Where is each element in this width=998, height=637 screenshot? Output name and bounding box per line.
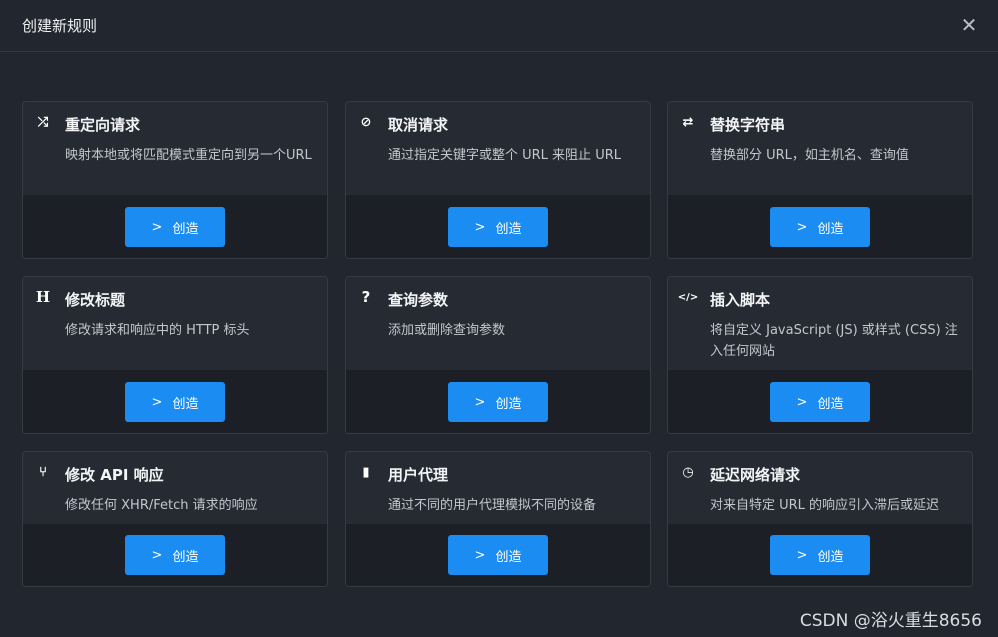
watermark: CSDN @浴火重生8656: [799, 611, 982, 631]
button-label: 创造: [172, 396, 199, 412]
close-icon[interactable]: ✕: [958, 14, 980, 36]
rule-card-user-agent: ▮ 用户代理 通过不同的用户代理模拟不同的设备 > 创造: [345, 451, 651, 587]
chevron-right-icon: >: [796, 547, 808, 563]
card-description: 替换部分 URL，如主机名、查询值: [710, 148, 909, 163]
card-title: 重定向请求: [65, 116, 141, 134]
button-label: 创造: [172, 221, 199, 237]
card-footer: > 创造: [346, 370, 650, 433]
chevron-right-icon: >: [151, 394, 163, 410]
button-label: 创造: [495, 396, 522, 412]
card-title: 插入脚本: [710, 291, 771, 309]
card-footer: > 创造: [668, 370, 972, 433]
card-title: 取消请求: [388, 116, 449, 134]
chevron-right-icon: >: [796, 394, 808, 410]
card-description: 通过不同的用户代理模拟不同的设备: [388, 498, 597, 513]
button-label: 创造: [172, 549, 199, 565]
heading-icon: H: [35, 288, 51, 306]
branch-icon: ⑂: [39, 464, 47, 480]
button-label: 创造: [817, 396, 844, 412]
chevron-right-icon: >: [796, 219, 808, 235]
question-icon: ?: [361, 288, 371, 306]
create-replace-button[interactable]: > 创造: [770, 207, 870, 247]
card-title: 修改标题: [65, 291, 126, 309]
modal-title: 创建新规则: [22, 17, 98, 35]
card-description: 映射本地或将匹配模式重定向到另一个URL: [65, 148, 312, 163]
modal-header: 创建新规则 ✕: [0, 0, 998, 52]
create-headers-button[interactable]: > 创造: [125, 382, 225, 422]
create-cancel-button[interactable]: > 创造: [448, 207, 548, 247]
block-icon: ⊘: [360, 114, 372, 130]
button-label: 创造: [495, 549, 522, 565]
rule-card-headers: H 修改标题 修改请求和响应中的 HTTP 标头 > 创造: [22, 276, 328, 434]
card-footer: > 创造: [23, 524, 327, 586]
chevron-right-icon: >: [474, 219, 486, 235]
chevron-right-icon: >: [151, 547, 163, 563]
create-api-response-button[interactable]: > 创造: [125, 535, 225, 575]
rule-card-api-response: ⑂ 修改 API 响应 修改任何 XHR/Fetch 请求的响应 > 创造: [22, 451, 328, 587]
card-footer: > 创造: [668, 195, 972, 258]
rule-card-replace: ⇄ 替换字符串 替换部分 URL，如主机名、查询值 > 创造: [667, 101, 973, 259]
card-footer: > 创造: [23, 195, 327, 258]
create-query-params-button[interactable]: > 创造: [448, 382, 548, 422]
card-title: 延迟网络请求: [710, 466, 801, 484]
swap-icon: ⇄: [682, 114, 694, 130]
card-footer: > 创造: [668, 524, 972, 586]
chevron-right-icon: >: [474, 394, 486, 410]
card-title: 查询参数: [388, 291, 449, 309]
card-title: 替换字符串: [710, 116, 786, 134]
create-user-agent-button[interactable]: > 创造: [448, 535, 548, 575]
clock-icon: ◷: [682, 464, 694, 480]
card-footer: > 创造: [23, 370, 327, 433]
create-insert-script-button[interactable]: > 创造: [770, 382, 870, 422]
rule-card-redirect: ⤮ 重定向请求 映射本地或将匹配模式重定向到另一个URL > 创造: [22, 101, 328, 259]
chevron-right-icon: >: [151, 219, 163, 235]
button-label: 创造: [495, 221, 522, 237]
create-delay-request-button[interactable]: > 创造: [770, 535, 870, 575]
card-footer: > 创造: [346, 524, 650, 586]
card-description: 添加或删除查询参数: [388, 323, 506, 338]
button-label: 创造: [817, 221, 844, 237]
shuffle-icon: ⤮: [37, 114, 49, 130]
button-label: 创造: [817, 549, 844, 565]
create-redirect-button[interactable]: > 创造: [125, 207, 225, 247]
rule-card-insert-script: </> 插入脚本 将自定义 JavaScript (JS) 或样式 (CSS) …: [667, 276, 973, 434]
card-title: 修改 API 响应: [65, 466, 164, 484]
card-description: 对来自特定 URL 的响应引入滞后或延迟: [710, 498, 940, 513]
card-description: 修改任何 XHR/Fetch 请求的响应: [65, 498, 258, 513]
card-title: 用户代理: [388, 466, 449, 484]
card-description: 将自定义 JavaScript (JS) 或样式 (CSS) 注入任何网站: [710, 323, 958, 359]
rule-card-cancel: ⊘ 取消请求 通过指定关键字或整个 URL 来阻止 URL > 创造: [345, 101, 651, 259]
tablet-icon: ▮: [362, 464, 370, 480]
chevron-right-icon: >: [474, 547, 486, 563]
card-description: 通过指定关键字或整个 URL 来阻止 URL: [388, 148, 621, 163]
code-icon: </>: [677, 291, 699, 303]
card-description: 修改请求和响应中的 HTTP 标头: [65, 323, 250, 338]
rule-card-delay-request: ◷ 延迟网络请求 对来自特定 URL 的响应引入滞后或延迟 > 创造: [667, 451, 973, 587]
rule-card-query-params: ? 查询参数 添加或删除查询参数 > 创造: [345, 276, 651, 434]
card-footer: > 创造: [346, 195, 650, 258]
